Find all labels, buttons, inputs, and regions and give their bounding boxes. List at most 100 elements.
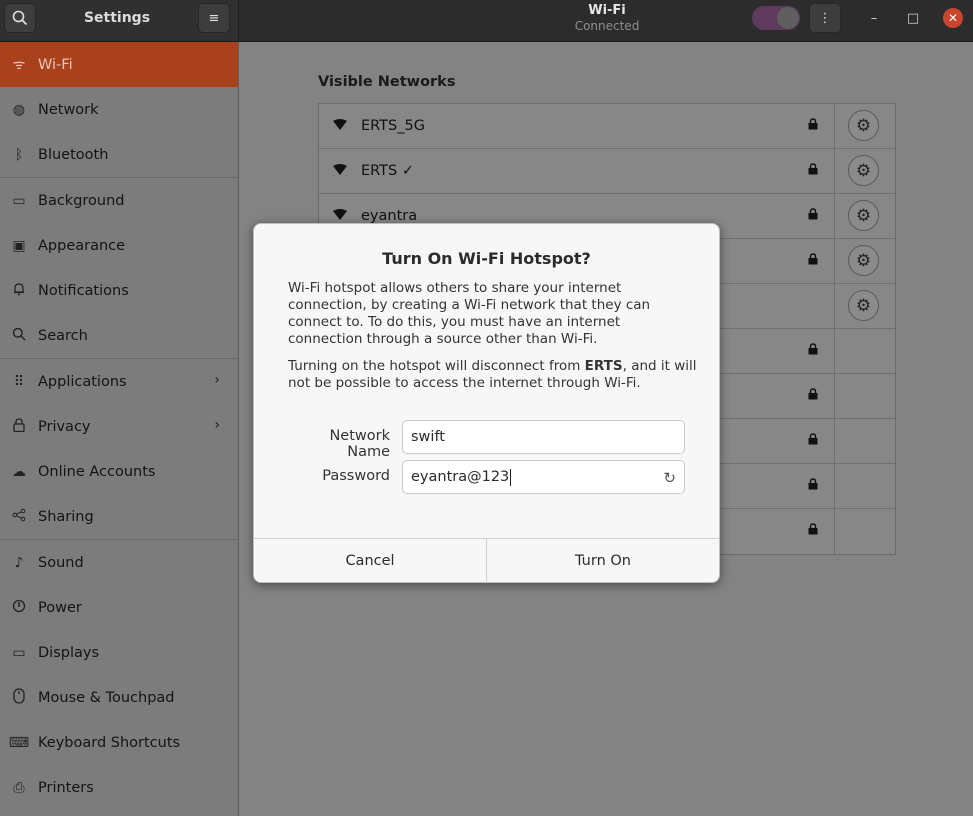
- sidebar-item-mouse-touchpad[interactable]: Mouse & Touchpad: [0, 675, 238, 720]
- maximize-button[interactable]: □: [903, 8, 923, 28]
- gear-icon[interactable]: ⚙: [848, 110, 879, 141]
- bell-icon: [0, 282, 38, 300]
- sidebar-item-label: Appearance: [38, 237, 126, 254]
- sidebar: ᯤ Wi-Fi ◍ Network ᛒ Bluetooth ▭ Backgrou…: [0, 42, 239, 816]
- sidebar-item-label: Background: [38, 192, 125, 209]
- wifi-signal-icon: [333, 164, 347, 179]
- printer-icon: ⎙: [13, 779, 25, 796]
- sidebar-item-online-accounts[interactable]: ☁ Online Accounts: [0, 449, 238, 494]
- network-name: eyantra: [361, 208, 418, 224]
- wifi-signal-icon: [333, 119, 347, 134]
- sidebar-item-sharing[interactable]: Sharing: [0, 494, 238, 539]
- password-label: Password: [322, 468, 390, 484]
- wifi-toggle[interactable]: [752, 6, 800, 30]
- maximize-icon: □: [906, 10, 920, 26]
- sidebar-item-power[interactable]: Power: [0, 585, 238, 630]
- network-settings-cell: ⚙: [834, 104, 895, 149]
- gear-icon[interactable]: ⚙: [848, 155, 879, 186]
- monitor-icon: ▭: [12, 192, 26, 209]
- sidebar-item-label: Bluetooth: [38, 146, 109, 163]
- network-settings-cell: ⚙: [834, 239, 895, 284]
- gear-icon[interactable]: ⚙: [848, 200, 879, 231]
- lock-icon: [808, 433, 818, 448]
- mouse-icon: [0, 687, 38, 708]
- turn-on-button[interactable]: Turn On: [486, 539, 719, 583]
- network-settings-cell: [834, 419, 895, 464]
- lock-icon: [808, 478, 818, 493]
- sidebar-item-label: Displays: [38, 644, 100, 661]
- network-globe-icon: ◍: [12, 101, 26, 118]
- refresh-icon[interactable]: ↻: [663, 469, 676, 487]
- network-row[interactable]: ERTS_5G ⚙: [319, 104, 895, 149]
- network-settings-cell: ⚙: [834, 284, 895, 329]
- sidebar-item-label: Network: [38, 101, 99, 118]
- sidebar-item-bluetooth[interactable]: ᛒ Bluetooth: [0, 132, 238, 177]
- hamburger-icon: ≡: [208, 10, 220, 26]
- network-name-input[interactable]: swift: [402, 420, 685, 454]
- more-options-button[interactable]: ⋮: [809, 3, 841, 33]
- power-icon: [0, 599, 38, 617]
- sidebar-item-background[interactable]: ▭ Background: [0, 178, 238, 223]
- password-input[interactable]: eyantra@123 ↻: [402, 460, 685, 494]
- display-icon: ▭: [12, 644, 26, 661]
- sidebar-item-displays[interactable]: ▭ Displays: [0, 630, 238, 675]
- sidebar-item-label: Wi-Fi: [38, 56, 73, 73]
- minimize-button[interactable]: –: [864, 8, 884, 28]
- search-button[interactable]: [4, 3, 36, 33]
- dialog-title: Turn On Wi-Fi Hotspot?: [382, 249, 591, 268]
- sidebar-item-notifications[interactable]: Notifications: [0, 268, 238, 313]
- lock-icon: [0, 417, 38, 436]
- search-icon: [12, 10, 28, 26]
- sidebar-item-keyboard-shortcuts[interactable]: ⌨ Keyboard Shortcuts: [0, 720, 238, 765]
- sidebar-item-wifi[interactable]: ᯤ Wi-Fi: [0, 42, 238, 87]
- sidebar-item-label: Privacy: [38, 418, 91, 435]
- kebab-menu-icon: ⋮: [818, 10, 832, 26]
- dialog-description: Wi-Fi hotspot allows others to share you…: [288, 280, 651, 347]
- visible-networks-title: Visible Networks: [318, 74, 456, 90]
- sidebar-item-label: Search: [38, 327, 88, 344]
- sidebar-item-printers[interactable]: ⎙ Printers: [0, 765, 238, 810]
- sidebar-item-label: Notifications: [38, 282, 129, 299]
- chevron-right-icon: ›: [214, 372, 220, 388]
- sidebar-item-label: Sound: [38, 554, 84, 571]
- sidebar-item-label: Applications: [38, 373, 127, 390]
- sidebar-item-privacy[interactable]: Privacy ›: [0, 404, 238, 449]
- warning-prefix: Turning on the hotspot will disconnect f…: [288, 358, 585, 374]
- network-settings-cell: ⚙: [834, 194, 895, 239]
- sidebar-item-label: Sharing: [38, 508, 94, 525]
- header-bar: Settings ≡ Wi-Fi Connected ⋮ – □ ✕: [0, 0, 973, 42]
- share-icon: [0, 508, 38, 526]
- network-settings-cell: [834, 329, 895, 374]
- sidebar-item-search[interactable]: Search: [0, 313, 238, 358]
- lock-icon: [808, 523, 818, 538]
- network-settings-cell: ⚙: [834, 149, 895, 194]
- menu-button[interactable]: ≡: [198, 3, 230, 33]
- sidebar-header: Settings ≡: [0, 0, 239, 41]
- gear-icon[interactable]: ⚙: [848, 290, 879, 321]
- network-settings-cell: [834, 509, 895, 554]
- close-button[interactable]: ✕: [943, 8, 963, 28]
- network-settings-cell: [834, 464, 895, 509]
- text-cursor: [510, 468, 512, 486]
- gear-icon[interactable]: ⚙: [848, 245, 879, 276]
- sidebar-item-applications[interactable]: ⠿ Applications ›: [0, 359, 238, 404]
- hotspot-dialog: Turn On Wi-Fi Hotspot? Wi-Fi hotspot all…: [253, 223, 720, 583]
- network-name: ERTS ✓: [361, 163, 415, 179]
- panel-subtitle: Connected: [574, 19, 640, 33]
- sidebar-item-appearance[interactable]: ▣ Appearance: [0, 223, 238, 268]
- password-value: eyantra@123: [411, 469, 510, 485]
- sidebar-item-sound[interactable]: ♪ Sound: [0, 540, 238, 585]
- sidebar-item-label: Power: [38, 599, 82, 616]
- cancel-button[interactable]: Cancel: [254, 539, 486, 583]
- network-name-label: Network Name: [329, 428, 390, 460]
- cloud-icon: ☁: [12, 463, 26, 480]
- wifi-signal-icon: [333, 209, 347, 224]
- sidebar-item-network[interactable]: ◍ Network: [0, 87, 238, 132]
- bluetooth-icon: ᛒ: [14, 146, 24, 163]
- network-settings-cell: [834, 374, 895, 419]
- network-name: ERTS_5G: [361, 118, 425, 134]
- sidebar-title: Settings: [83, 10, 151, 26]
- network-row[interactable]: ERTS ✓ ⚙: [319, 149, 895, 194]
- sidebar-item-label: Mouse & Touchpad: [38, 689, 175, 706]
- chevron-right-icon: ›: [214, 417, 220, 433]
